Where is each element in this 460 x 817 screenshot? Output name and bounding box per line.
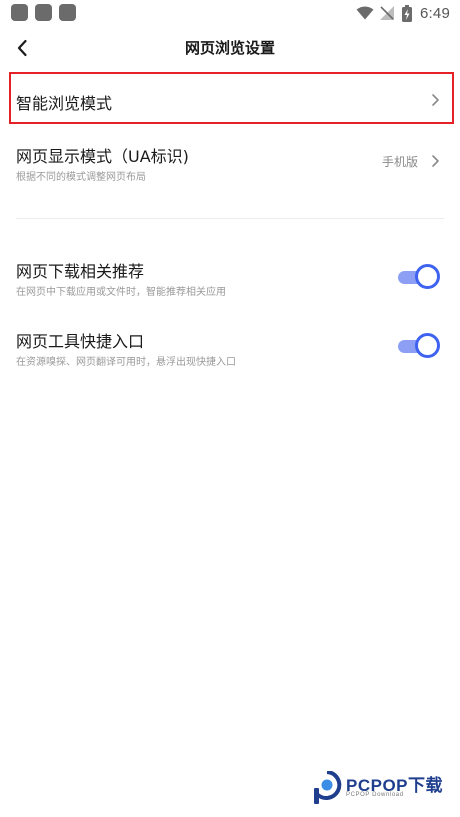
header: 网页浏览设置 — [0, 26, 460, 70]
tool-entry-description: 在资源嗅探、网页翻译可用时，悬浮出现快捷入口 — [16, 357, 236, 368]
no-signal-icon — [380, 6, 394, 20]
smart-browse-mode-label: 智能浏览模式 — [16, 94, 113, 113]
pcpop-logo-icon — [314, 771, 342, 804]
download-recommend-row: 网页下载相关推荐 在网页中下载应用或文件时，智能推荐相关应用 — [0, 255, 460, 301]
tool-entry-row: 网页工具快捷入口 在资源嗅探、网页翻译可用时，悬浮出现快捷入口 — [0, 325, 460, 371]
display-mode-row[interactable]: 网页显示模式（UA标识) 根据不同的模式调整网页布局 手机版 — [0, 138, 460, 188]
notification-icon — [35, 4, 52, 21]
download-recommend-label: 网页下载相关推荐 — [16, 262, 145, 281]
display-mode-value: 手机版 — [381, 155, 418, 169]
watermark: PCPOP下载 PCPOP Download — [312, 769, 456, 809]
status-time: 6:49 — [420, 4, 450, 22]
download-recommend-toggle[interactable] — [398, 264, 440, 290]
tool-entry-toggle[interactable] — [398, 333, 440, 359]
chevron-right-icon — [432, 94, 439, 106]
smart-browse-mode-row[interactable]: 智能浏览模式 — [0, 76, 460, 122]
watermark-subtitle: PCPOP Download — [346, 792, 404, 798]
display-mode-description: 根据不同的模式调整网页布局 — [16, 172, 146, 183]
status-indicators: 6:49 — [356, 3, 450, 23]
page-title: 网页浏览设置 — [184, 39, 275, 57]
notification-icon — [11, 4, 28, 21]
notification-icon — [59, 4, 76, 21]
toggle-knob — [415, 333, 440, 358]
wifi-icon — [356, 6, 374, 20]
display-mode-label: 网页显示模式（UA标识) — [16, 147, 189, 166]
download-recommend-description: 在网页中下载应用或文件时，智能推荐相关应用 — [16, 287, 226, 298]
toggle-knob — [415, 264, 440, 289]
battery-charging-icon — [402, 4, 412, 22]
section-divider — [16, 218, 444, 219]
tool-entry-label: 网页工具快捷入口 — [16, 332, 145, 351]
chevron-right-icon — [432, 155, 439, 167]
status-bar: 6:49 — [0, 0, 460, 26]
